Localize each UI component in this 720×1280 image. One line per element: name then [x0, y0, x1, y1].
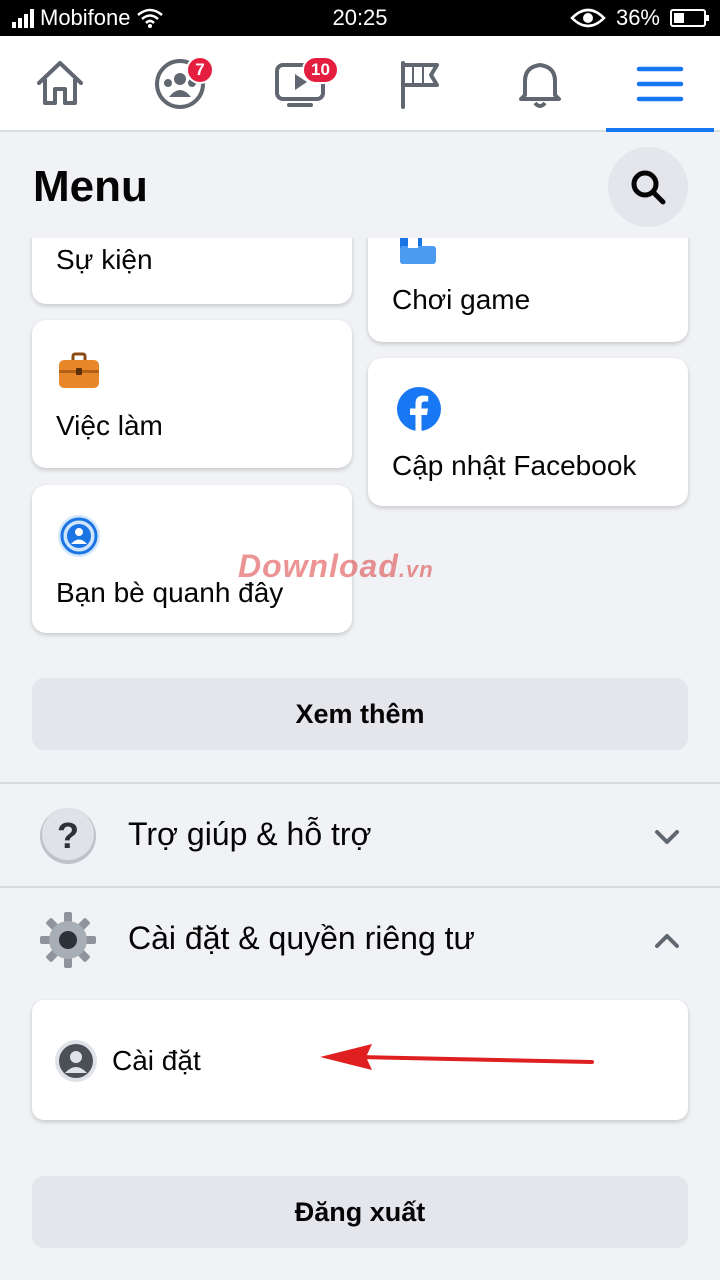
eye-icon: [570, 8, 606, 28]
chevron-up-icon: [655, 934, 679, 948]
search-icon: [631, 170, 666, 205]
watermark-logo: Download.vn: [238, 548, 434, 584]
chevron-down-icon: [655, 830, 679, 844]
shortcut-label: Việc làm: [56, 410, 163, 441]
groups-badge: 7: [186, 56, 214, 84]
nav-tab-groups[interactable]: 7: [120, 36, 240, 132]
shortcut-label: Cập nhật Facebook: [392, 450, 637, 481]
pages-flag-icon: [401, 61, 439, 109]
watch-badge: 10: [302, 56, 339, 84]
settings-privacy-row[interactable]: Cài đặt & quyền riêng tư: [0, 888, 720, 992]
battery-percent: 36%: [615, 5, 660, 30]
games-icon: [400, 238, 436, 264]
nav-tab-notifications[interactable]: [480, 36, 600, 132]
page-title: Menu: [33, 162, 148, 211]
shortcut-label: Chơi game: [392, 284, 531, 315]
nav-tab-menu[interactable]: [600, 36, 720, 132]
settings-privacy-label: Cài đặt & quyền riêng tư: [128, 920, 475, 956]
nav-tab-home[interactable]: [0, 36, 120, 132]
help-support-row[interactable]: ? Trợ giúp & hỗ trợ: [0, 784, 720, 888]
facebook-logo-icon: [397, 387, 441, 432]
nav-tab-pages[interactable]: [360, 36, 480, 132]
svg-text:?: ?: [57, 815, 79, 856]
shortcut-events[interactable]: Sự kiện: [32, 238, 352, 304]
help-question-icon: ?: [40, 808, 96, 864]
shortcut-games[interactable]: Chơi game: [368, 238, 688, 342]
nearby-friends-icon: [58, 515, 100, 557]
gear-icon: [40, 912, 96, 968]
top-nav-bar: 7 10: [0, 36, 720, 132]
menu-icon: [636, 66, 684, 102]
logout-button[interactable]: Đăng xuất: [32, 1176, 688, 1248]
battery-icon: [670, 9, 709, 27]
profile-settings-icon: [55, 1040, 97, 1082]
bell-icon: [519, 63, 561, 108]
active-tab-indicator: [606, 128, 714, 132]
nav-tab-watch[interactable]: 10: [240, 36, 360, 132]
home-icon: [37, 61, 83, 105]
briefcase-icon: [59, 352, 99, 388]
see-more-button[interactable]: Xem thêm: [32, 678, 688, 750]
help-support-label: Trợ giúp & hỗ trợ: [128, 816, 372, 852]
search-button[interactable]: [608, 147, 688, 227]
settings-item-label: Cài đặt: [112, 1045, 201, 1076]
shortcut-jobs[interactable]: Việc làm: [32, 320, 352, 468]
shortcut-label: Sự kiện: [56, 244, 153, 275]
shortcut-facebook-update[interactable]: Cập nhật Facebook: [368, 358, 688, 506]
annotation-arrow: [320, 1044, 594, 1070]
status-bar: Mobifone 20:25 36%: [0, 0, 720, 36]
